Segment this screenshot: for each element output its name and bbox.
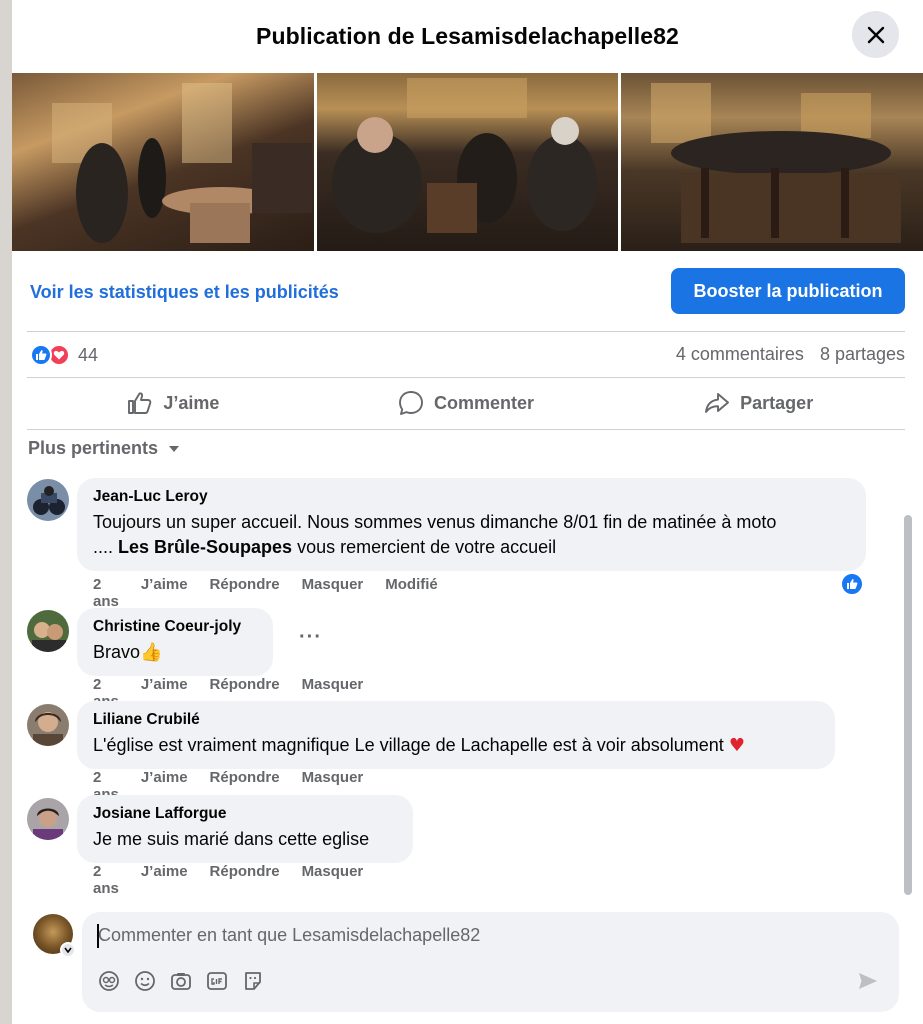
- modal-title: Publication de Lesamisdelachapelle82: [256, 22, 679, 49]
- comment-time[interactable]: 2 ans: [93, 576, 119, 610]
- comment-bubble: Josiane Lafforgue Je me suis marié dans …: [77, 795, 413, 863]
- photo-strip: [12, 73, 923, 251]
- camera-icon: [171, 973, 191, 990]
- comment-text: Je me suis marié dans cette eglise: [93, 829, 370, 849]
- sticker-icon: [245, 972, 261, 990]
- comment-author[interactable]: Josiane Lafforgue: [93, 805, 397, 823]
- post-modal: Publication de Lesamisdelachapelle82 Voi…: [12, 0, 923, 1024]
- like-button-label: J’aime: [163, 392, 220, 413]
- smiley-icon: [135, 971, 155, 991]
- send-icon: [859, 973, 877, 989]
- thumbs-up-icon: [847, 579, 858, 589]
- avatar-sticker-button[interactable]: [98, 970, 120, 992]
- engagement-counts: 4 commentaires 8 partages: [676, 344, 905, 365]
- modal-header: Publication de Lesamisdelachapelle82: [12, 0, 923, 72]
- comment-input-placeholder: Commenter en tant que Lesamisdelachapell…: [98, 925, 481, 945]
- comment-like-link[interactable]: J’aime: [141, 576, 188, 610]
- comment-time[interactable]: 2 ans: [93, 863, 119, 897]
- account-switch-button[interactable]: [60, 942, 76, 958]
- reaction-count: 44: [78, 344, 99, 365]
- comment-reply-link[interactable]: Répondre: [210, 863, 280, 897]
- share-arrow-icon: [705, 393, 730, 413]
- close-icon: [867, 26, 884, 43]
- like-reaction-icon: [30, 344, 52, 366]
- comment-author[interactable]: Jean-Luc Leroy: [93, 488, 850, 506]
- share-count[interactable]: 8 partages: [820, 344, 905, 365]
- share-button-label: Partager: [740, 392, 814, 413]
- comment-count[interactable]: 4 commentaires: [676, 344, 804, 365]
- divider: [27, 331, 905, 332]
- comment-text: Bravo👍: [93, 640, 257, 665]
- heart-emoji: ♥: [728, 735, 745, 756]
- comment-text: L'église est vraiment magnifique Le vill…: [93, 733, 819, 758]
- boost-button[interactable]: Booster la publication: [671, 268, 905, 314]
- comment-edited-label[interactable]: Modifié: [385, 576, 438, 610]
- comment-text-prefix: ....: [93, 537, 119, 557]
- caret-down-icon: [169, 445, 180, 452]
- divider: [27, 429, 905, 430]
- church-photo-3[interactable]: [621, 73, 923, 251]
- post-actions: J’aime Commenter Partager: [27, 378, 905, 428]
- comment-input[interactable]: Commenter en tant que Lesamisdelachapell…: [82, 912, 899, 1012]
- sticker-button[interactable]: [242, 970, 264, 992]
- comment-text-line: Toujours un super accueil. Nous sommes v…: [93, 512, 777, 532]
- comment-text-body: Bravo: [93, 642, 141, 662]
- avatar[interactable]: [27, 610, 69, 652]
- share-button[interactable]: Partager: [612, 378, 905, 428]
- comment-like-link[interactable]: J’aime: [141, 863, 188, 897]
- comment-meta: 2 ans J’aime Répondre Masquer: [93, 863, 363, 897]
- avatar[interactable]: [27, 479, 69, 521]
- thumbs-up-icon: [128, 392, 152, 414]
- comment-author[interactable]: Liliane Crubilé: [93, 711, 819, 729]
- reactions-summary[interactable]: 44: [30, 342, 98, 368]
- comment-text: Toujours un super accueil. Nous sommes v…: [93, 510, 850, 560]
- comment-text-body: L'église est vraiment magnifique Le vill…: [93, 735, 724, 755]
- avatar[interactable]: [27, 798, 69, 840]
- comment-sort-dropdown[interactable]: Plus pertinents: [28, 438, 180, 459]
- comment-composer: Commenter en tant que Lesamisdelachapell…: [33, 912, 899, 1012]
- comment-text-suffix: vous remercient de votre accueil: [292, 537, 557, 557]
- comment-bubble: Jean-Luc Leroy Toujours un super accueil…: [77, 478, 866, 571]
- scrollbar[interactable]: [904, 515, 912, 895]
- comment-reply-link[interactable]: Répondre: [210, 576, 280, 610]
- comment-button-label: Commenter: [433, 392, 535, 413]
- composer-toolbar: [98, 970, 264, 992]
- send-button[interactable]: [857, 970, 879, 997]
- comment-hide-link[interactable]: Masquer: [302, 863, 364, 897]
- comment-like-reaction[interactable]: [840, 572, 864, 596]
- avatar[interactable]: [27, 704, 69, 746]
- sort-label: Plus pertinents: [28, 438, 159, 458]
- church-photo-2[interactable]: [316, 73, 619, 251]
- stats-link[interactable]: Voir les statistiques et les publicités: [30, 282, 339, 303]
- emoji-button[interactable]: [134, 970, 156, 992]
- mentioned-page-link[interactable]: Les Brûle-Soupapes: [118, 537, 292, 557]
- chevron-down-icon: [64, 947, 72, 953]
- comment-bubble: Christine Coeur-joly Bravo👍: [77, 608, 273, 676]
- comment-options-button[interactable]: ···: [299, 626, 322, 649]
- comment-meta: 2 ans J’aime Répondre Masquer Modifié: [93, 576, 438, 610]
- avatar-icon: [99, 971, 119, 991]
- gif-button[interactable]: [206, 970, 228, 992]
- church-photo-1[interactable]: [12, 73, 314, 251]
- comment-button[interactable]: Commenter: [320, 378, 613, 428]
- comment-bubble: Liliane Crubilé L'église est vraiment ma…: [77, 701, 835, 769]
- comment-author[interactable]: Christine Coeur-joly: [93, 618, 257, 636]
- gif-icon: [207, 972, 227, 990]
- close-button[interactable]: [852, 11, 899, 58]
- like-button[interactable]: J’aime: [27, 378, 320, 428]
- comment-bubble-icon: [399, 391, 423, 415]
- comment-hide-link[interactable]: Masquer: [302, 576, 364, 610]
- photo-button[interactable]: [170, 970, 192, 992]
- thumbs-up-emoji: 👍: [140, 642, 163, 663]
